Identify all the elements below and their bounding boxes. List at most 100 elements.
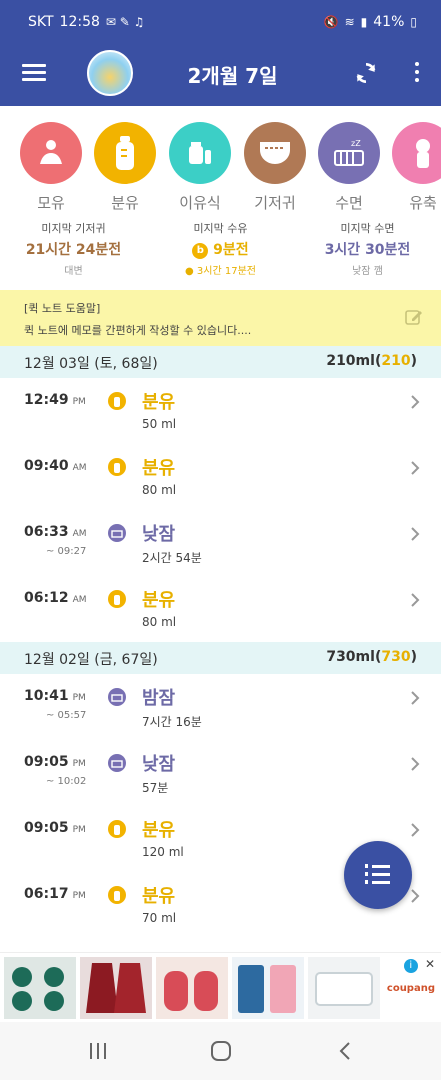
recent-apps-icon[interactable] [86, 1040, 110, 1062]
entry-ampm: PM [72, 397, 86, 407]
bottle-small-icon: b [192, 243, 209, 259]
log-entry[interactable]: 12:49 PM 분유 50 ml [0, 378, 441, 444]
category-babyfood[interactable]: 이유식 [169, 122, 231, 212]
category-label: 분유 [111, 194, 139, 212]
entry-time-wrap: 12:49 PM [24, 392, 86, 408]
battery-label: 41% [373, 14, 405, 30]
category-label: 모유 [37, 194, 65, 212]
baby-food-icon [169, 122, 231, 184]
entry-name: 분유 [142, 458, 176, 479]
category-pumping[interactable]: 유축 [392, 122, 441, 212]
ad-product-image[interactable] [232, 957, 304, 1019]
day-header: 12월 03일 (토, 68일) 210ml(210) [0, 346, 441, 378]
system-nav-bar [0, 1022, 441, 1080]
crib-icon [108, 524, 126, 542]
ad-close-icon[interactable]: ✕ [425, 957, 435, 971]
edit-icon[interactable] [405, 308, 423, 326]
summary-sub: 3시간 17분전 [196, 266, 256, 277]
bottle-icon [108, 458, 126, 476]
chevron-right-icon [411, 395, 420, 409]
entry-time-wrap: 06:33 AM [24, 524, 87, 540]
last-activity-summary: 미지막 기저귀 21시간 24분전 대변 미지막 수유 b 9분전 ● 3시간 … [0, 220, 441, 284]
summary-diaper[interactable]: 미지막 기저귀 21시간 24분전 대변 [0, 220, 147, 277]
summary-feeding[interactable]: 미지막 수유 b 9분전 ● 3시간 17분전 [147, 220, 294, 277]
ad-info-icon[interactable]: i [403, 959, 418, 973]
ad-banner[interactable]: i ✕ coupang [0, 952, 441, 1022]
chevron-right-icon [411, 757, 420, 771]
app-toolbar: 2개월 7일 [0, 36, 441, 106]
category-label: 유축 [409, 194, 437, 212]
entry-detail: 70 ml [142, 911, 177, 925]
entry-time-wrap: 10:41 PM [24, 688, 86, 704]
summary-sub: 대변 [64, 266, 83, 277]
back-icon[interactable] [334, 1040, 358, 1062]
day-total-highlight: 210 [381, 353, 411, 369]
bottle-icon [94, 122, 156, 184]
entry-time-wrap: 09:05 PM [24, 754, 86, 770]
note-title: [퀵 노트 도움말] [24, 302, 101, 315]
ad-product-image[interactable] [308, 957, 380, 1019]
diaper-icon [244, 122, 306, 184]
entry-until: ~ 10:02 [46, 776, 87, 787]
ad-product-image[interactable] [156, 957, 228, 1019]
note-text: 퀵 노트에 메모를 간편하게 작성할 수 있습니다.... [24, 324, 252, 337]
entry-until: ~ 09:27 [46, 546, 87, 557]
entry-time: 09:05 [24, 820, 69, 836]
entry-until: ~ 05:57 [46, 710, 87, 721]
summary-sub: 낮잠 깸 [352, 266, 383, 277]
notification-icons: ✉ ✎ ♫ [105, 15, 145, 29]
category-formula[interactable]: 분유 [94, 122, 156, 212]
log-entry[interactable]: 09:05 PM ~ 10:02 낮잠 57분 [0, 740, 441, 806]
entry-name: 분유 [142, 590, 176, 611]
crib-icon: zZ [318, 122, 380, 184]
ad-product-image[interactable] [4, 957, 76, 1019]
chevron-right-icon [411, 823, 420, 837]
day-total-value: 210ml [326, 353, 375, 369]
entry-detail: 120 ml [142, 845, 184, 859]
entry-name: 분유 [142, 392, 176, 413]
chevron-right-icon [411, 691, 420, 705]
svg-text:zZ: zZ [351, 139, 361, 148]
summary-value-wrap: b 9분전 [147, 239, 294, 259]
summary-sub-wrap: ● 3시간 17분전 [147, 262, 294, 277]
summary-sleep[interactable]: 미지막 수면 3시간 30분전 낮잠 깸 [294, 220, 441, 277]
entry-ampm: AM [72, 463, 87, 473]
day-total: 730ml(730) [326, 649, 417, 665]
entry-time: 10:41 [24, 688, 69, 704]
entry-time-wrap: 09:40 AM [24, 458, 87, 474]
summary-heading: 미지막 수유 [193, 222, 248, 235]
entry-detail: 50 ml [142, 417, 177, 431]
log-entry[interactable]: 06:33 AM ~ 09:27 낮잠 2시간 54분 [0, 510, 441, 576]
entry-time: 06:17 [24, 886, 69, 902]
home-icon[interactable] [209, 1040, 233, 1062]
entry-time-wrap: 06:17 PM [24, 886, 86, 902]
sync-icon[interactable] [353, 60, 379, 86]
signal-icon: ▮ [360, 15, 368, 29]
dot-icon: ● [185, 266, 194, 277]
breastfeeding-icon [20, 122, 82, 184]
entry-ampm: PM [72, 891, 86, 901]
more-options-icon[interactable] [413, 62, 421, 84]
quick-note[interactable]: [퀵 노트 도움말] 퀵 노트에 메모를 간편하게 작성할 수 있습니다.... [0, 290, 441, 346]
bottle-icon [108, 590, 126, 608]
category-label: 이유식 [179, 194, 221, 212]
entry-name: 낮잠 [142, 754, 176, 775]
log-entry[interactable]: 06:12 AM 분유 80 ml [0, 576, 441, 642]
list-menu-button[interactable] [344, 841, 412, 909]
summary-heading: 미지막 수면 [340, 222, 395, 235]
ad-product-image[interactable] [80, 957, 152, 1019]
battery-icon: ▯ [410, 15, 417, 29]
day-date: 12월 03일 (토, 68일) [24, 356, 158, 372]
chevron-right-icon [411, 461, 420, 475]
log-entry[interactable]: 10:41 PM ~ 05:57 밤잠 7시간 16분 [0, 674, 441, 740]
ad-badge[interactable]: i ✕ coupang [387, 957, 435, 994]
category-diaper[interactable]: 기저귀 [244, 122, 306, 212]
chevron-right-icon [411, 593, 420, 607]
entry-name: 낮잠 [142, 524, 176, 545]
log-entry[interactable]: 09:40 AM 분유 80 ml [0, 444, 441, 510]
summary-value: 3시간 30분전 [324, 242, 411, 258]
category-sleep[interactable]: zZ 수면 [318, 122, 380, 212]
day-total-highlight: 730 [381, 649, 411, 665]
category-breastfeeding[interactable]: 모유 [20, 122, 82, 212]
bottle-icon [108, 886, 126, 904]
